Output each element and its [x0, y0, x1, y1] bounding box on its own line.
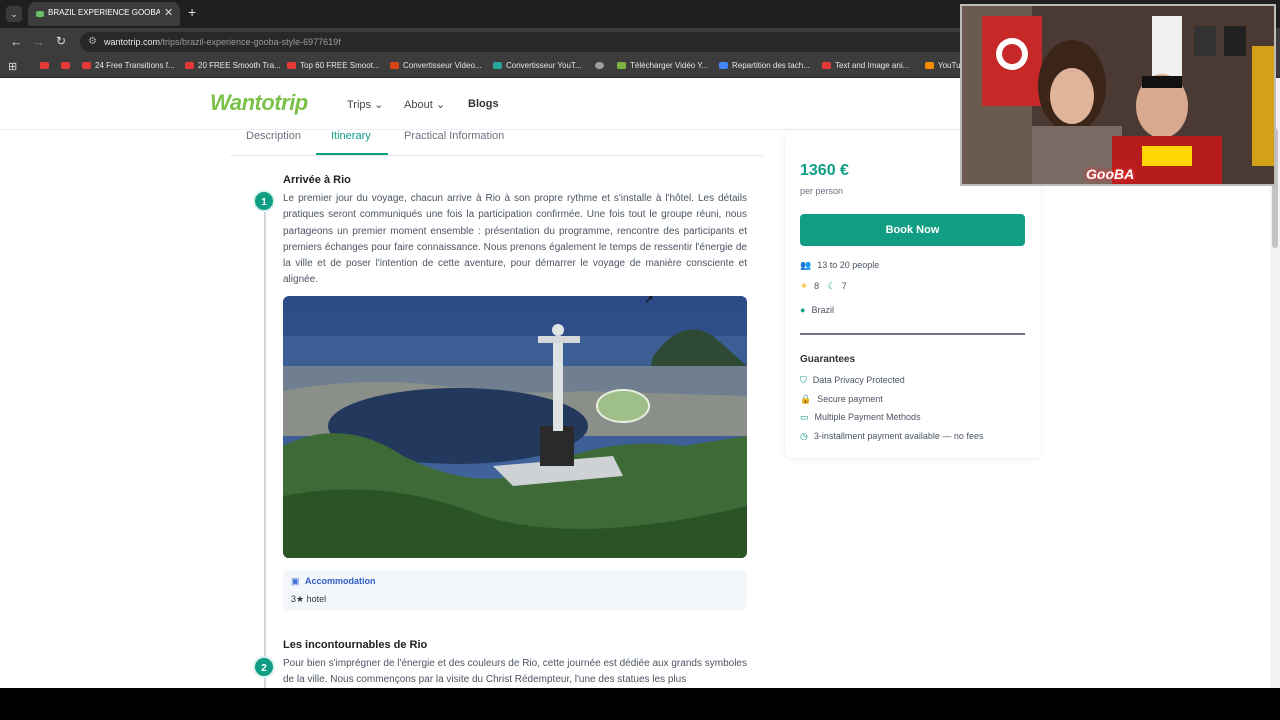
nav-about-label: About [404, 99, 433, 111]
site-logo[interactable]: Wantotrip [210, 90, 308, 116]
bookmark-item[interactable]: Top 60 FREE Smoot... [287, 61, 380, 73]
destination-text: Brazil [811, 305, 834, 315]
chevron-down-icon: ⌄ [435, 99, 446, 111]
chevron-down-icon: ⌄ [374, 99, 384, 111]
accommodation-value: 3★ hotel [291, 594, 327, 604]
bookmark-item[interactable] [595, 61, 608, 73]
converter-icon [390, 62, 399, 69]
docs-icon [719, 62, 728, 69]
people-icon: 👥 [800, 260, 812, 270]
destination-row: ● Brazil [800, 305, 834, 315]
youtube-icon [287, 62, 296, 69]
day-description: Le premier jour du voyage, chacun arrive… [283, 193, 747, 286]
price-unit: per person [800, 186, 844, 196]
url-text: wantotrip.com/trips/brazil-experience-go… [104, 37, 341, 47]
youtube-icon [61, 62, 70, 69]
duration-row: ☀ 8 ☾ 7 [800, 281, 847, 292]
location-pin-icon: ● [800, 305, 806, 315]
tab-close-icon[interactable]: ✕ [164, 6, 173, 19]
nights-count: 7 [841, 281, 847, 291]
guarantees-title: Guarantees [800, 354, 856, 365]
timeline-line [264, 200, 266, 688]
youtube-icon [82, 62, 91, 69]
forward-icon[interactable]: → [32, 34, 45, 49]
group-size-row: 👥 13 to 20 people [800, 260, 879, 271]
trip-price: 1360 € [800, 162, 849, 179]
day-number-badge: 2 [253, 656, 275, 678]
tab-description[interactable]: Description [246, 130, 301, 142]
accommodation-box: ▣ Accommodation 3★ hotel [283, 570, 747, 610]
youtube-icon [185, 62, 194, 69]
bookmark-item[interactable]: 20 FREE Smooth Tra... [185, 61, 281, 73]
webcam-video-frame [962, 6, 1274, 184]
bookmark-item[interactable]: Convertisseur YouT... [493, 61, 582, 73]
converter-icon [493, 62, 502, 69]
new-tab-button[interactable]: + [188, 4, 196, 20]
apps-grid-icon[interactable]: ⊞ [8, 60, 17, 73]
shield-check-icon: ⛉ [800, 375, 807, 385]
bookmark-item[interactable] [61, 61, 74, 73]
sun-icon: ☀ [800, 281, 809, 291]
rio-christ-redeemer-image [283, 296, 747, 558]
day-number-badge: 1 [253, 190, 275, 212]
guarantee-item: 🔒 Secure payment [800, 394, 883, 404]
book-now-button[interactable]: Book Now [800, 214, 1025, 246]
guarantee-item: ▭ Multiple Payment Methods [800, 412, 921, 422]
tab-favicon-icon [36, 11, 44, 17]
bookmark-item[interactable]: Repartition des tach... [719, 61, 810, 73]
taskbar-strip [0, 688, 1280, 720]
tab-search-icon[interactable]: ⌄ [6, 6, 22, 22]
mouse-cursor-icon: ➚ [644, 292, 655, 306]
divider [800, 333, 1025, 335]
webcam-label: GooBA [1086, 166, 1135, 182]
site-info-icon[interactable]: ⚙ [88, 36, 97, 47]
moon-icon: ☾ [827, 281, 836, 291]
guarantee-item: ⛉ Data Privacy Protected [800, 375, 905, 385]
clock-icon: ◷ [800, 431, 808, 441]
tab-practical-information[interactable]: Practical Information [404, 130, 504, 142]
day-photo [283, 296, 747, 558]
guarantee-item: ◷ 3-installment payment available — no fe… [800, 431, 984, 441]
days-count: 8 [814, 281, 820, 291]
back-icon[interactable]: ← [10, 34, 23, 49]
webcam-overlay: GooBA [960, 4, 1276, 186]
subtabs: Description Itinerary Practical Informat… [230, 130, 764, 156]
tab-itinerary[interactable]: Itinerary [331, 130, 371, 142]
day-description: Pour bien s'imprégner de l'énergie et de… [283, 658, 747, 686]
nav-blogs[interactable]: Blogs [468, 98, 499, 110]
url-path: /trips/brazil-experience-gooba-style-697… [160, 37, 341, 47]
browser-tab[interactable]: BRAZIL EXPERIENCE GOOBA STYLE ✕ [28, 2, 180, 26]
hotel-icon: ▣ [291, 576, 300, 586]
bookmark-icon [925, 62, 934, 69]
accommodation-label: Accommodation [305, 576, 376, 586]
bookmark-item[interactable] [40, 61, 53, 73]
nav-trips[interactable]: Trips ⌄ [347, 98, 383, 111]
itinerary-content: Description Itinerary Practical Informat… [230, 130, 764, 688]
reload-icon[interactable]: ↻ [56, 34, 66, 48]
group-size-text: 13 to 20 people [817, 260, 880, 270]
download-icon [617, 62, 626, 69]
tab-title: BRAZIL EXPERIENCE GOOBA STYLE [48, 8, 160, 17]
active-tab-indicator [316, 153, 388, 155]
bookmark-item[interactable]: 24 Free Transitions f... [82, 61, 175, 73]
lock-icon: 🔒 [800, 394, 812, 404]
bookmark-item[interactable]: Convertisseur Video... [390, 61, 482, 73]
bookmark-item[interactable]: YouTu [925, 61, 961, 73]
nav-about[interactable]: About ⌄ [404, 98, 445, 111]
day-title: Arrivée à Rio [283, 174, 351, 186]
youtube-icon [40, 62, 49, 69]
day-title: Les incontournables de Rio [283, 639, 428, 651]
nav-trips-label: Trips [347, 99, 372, 111]
globe-icon [595, 62, 604, 69]
youtube-icon [822, 62, 831, 69]
credit-card-icon: ▭ [800, 412, 809, 422]
url-host: wantotrip.com [104, 37, 161, 47]
bookmark-item[interactable]: Text and Image ani... [822, 61, 909, 73]
bookmark-item[interactable]: Télécharger Vidéo Y... [617, 61, 708, 73]
